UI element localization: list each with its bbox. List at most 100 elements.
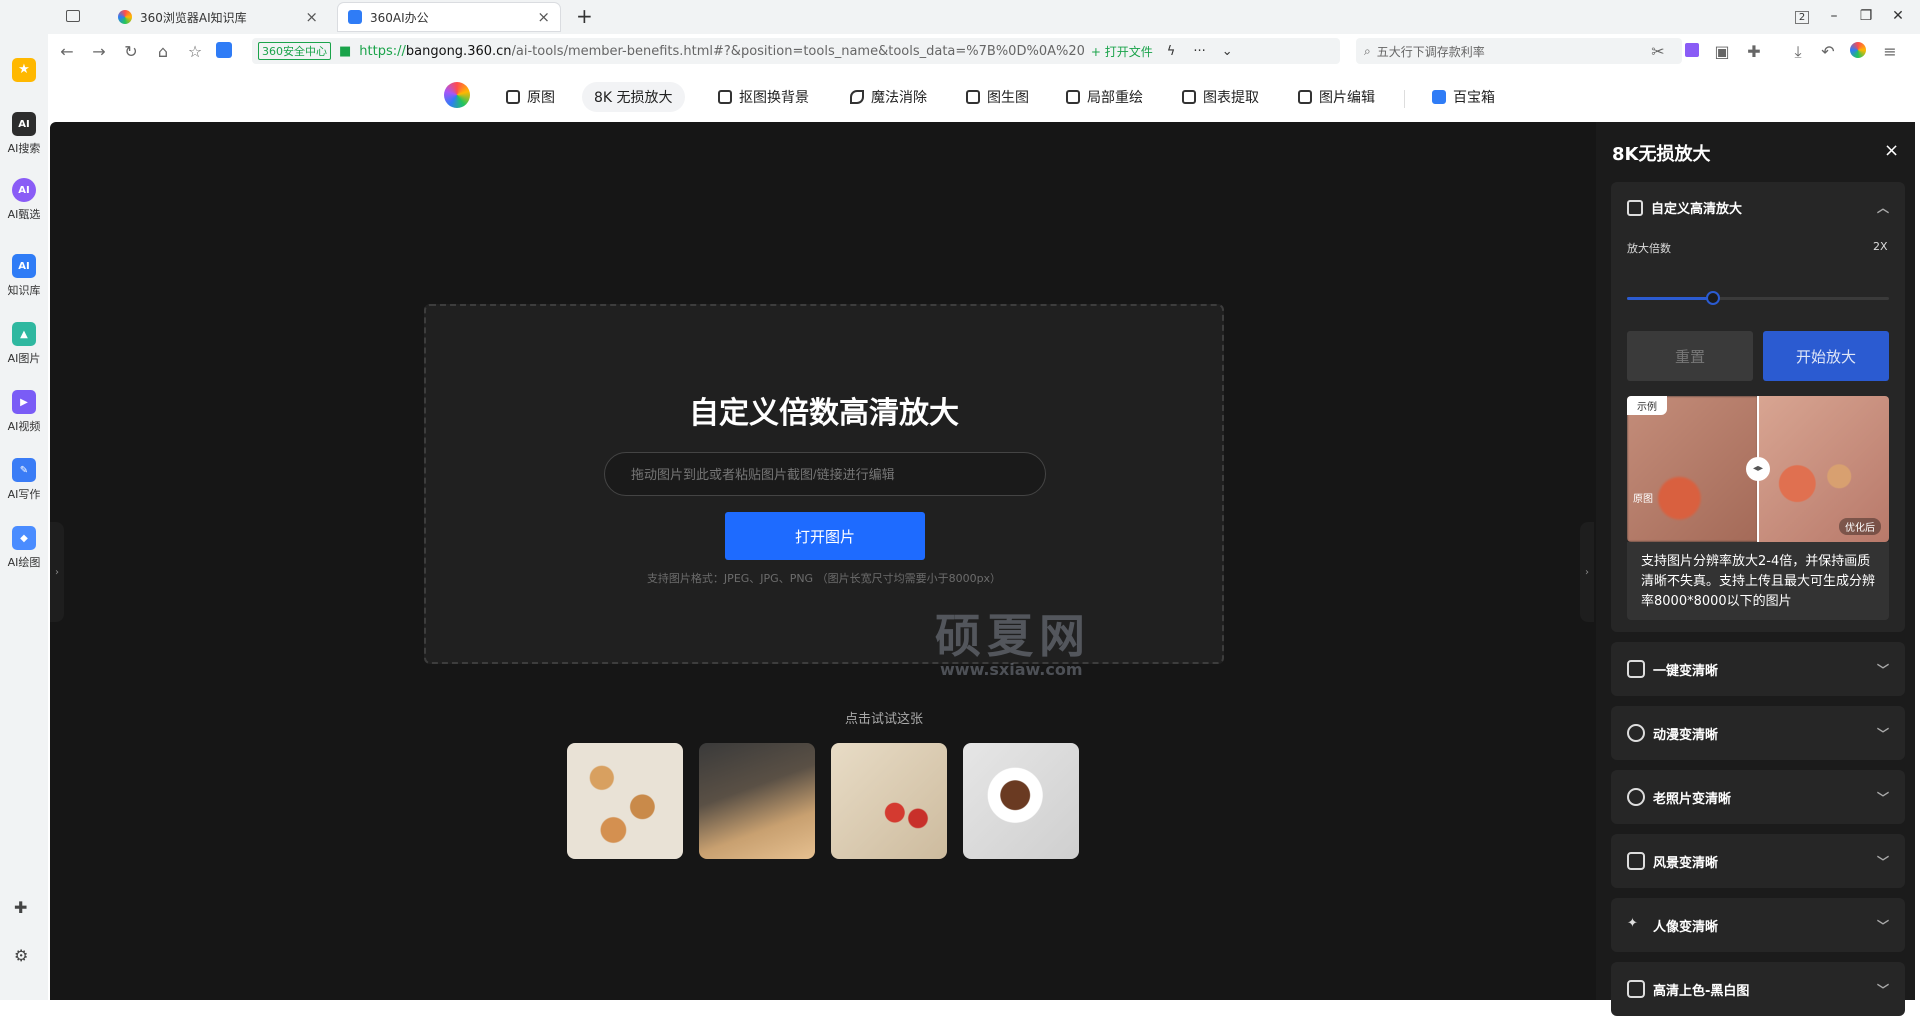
menu-icon[interactable]: ≡ <box>1880 42 1900 61</box>
home-icon[interactable]: ⌂ <box>153 42 173 61</box>
back-icon[interactable]: ← <box>57 42 77 61</box>
colorize-icon <box>1627 980 1645 998</box>
window-close-icon[interactable]: ✕ <box>1886 8 1910 24</box>
tab-strip: 360浏览器AI知识库 × 360AI办公 × + 2 – ❐ ✕ <box>0 0 1920 34</box>
cutout-icon <box>718 90 732 104</box>
panel-title: 8K无损放大 <box>1612 144 1711 165</box>
sample-image-croissants[interactable] <box>567 743 683 859</box>
compare-handle-icon[interactable]: ◂▸ <box>1746 457 1770 481</box>
close-icon[interactable]: × <box>1884 140 1899 161</box>
forward-icon[interactable]: → <box>89 42 109 61</box>
url-host: bangong.360.cn <box>405 43 512 59</box>
extensions-icon[interactable]: ✚ <box>1744 42 1764 61</box>
open-image-button[interactable]: 打开图片 <box>725 512 925 560</box>
account-icon[interactable] <box>1848 42 1868 62</box>
sidebar-item-knowledge[interactable]: AI 知识库 <box>0 254 48 298</box>
custom-upscale-header[interactable]: 自定义高清放大 ︿ <box>1627 198 1889 217</box>
start-upscale-button[interactable]: 开始放大 <box>1763 331 1889 381</box>
section-landscape-clear[interactable]: 风景变清晰 ﹀ <box>1611 834 1905 888</box>
close-icon[interactable]: × <box>537 8 550 26</box>
left-sidebar: ★ AI AI搜索 AI AI甄选 AI 知识库 ▲ AI图片 ▶ AI视频 ✎… <box>0 0 48 1000</box>
search-input[interactable]: ⌕ 五大行下调存款利率 <box>1356 38 1682 64</box>
after-tag: 优化后 <box>1839 518 1881 535</box>
minimize-icon[interactable]: – <box>1822 8 1846 24</box>
sidebar-item-ai-writing[interactable]: ✎ AI写作 <box>0 458 48 502</box>
tool-tabs: 原图 8K 无损放大 抠图换背景 魔法消除 图生图 局部重绘 图表提取 图片编辑… <box>48 76 1920 124</box>
tab-image-to-image[interactable]: 图生图 <box>954 82 1041 112</box>
sample-image-strawberries[interactable] <box>831 743 947 859</box>
sample-image-people[interactable] <box>699 743 815 859</box>
puzzle-icon[interactable]: ✚ <box>14 898 27 917</box>
sidebar-item-ai-video[interactable]: ▶ AI视频 <box>0 390 48 434</box>
url-bar[interactable]: 360安全中心 ■ https:// bangong.360.cn /ai-to… <box>252 38 1340 64</box>
favorites-star-icon[interactable]: ★ <box>12 58 36 82</box>
tab-favicon-icon <box>118 10 132 24</box>
reader-icon[interactable]: ▣ <box>1712 42 1732 61</box>
undo-icon[interactable]: ↶ <box>1818 42 1838 61</box>
open-file-button[interactable]: + 打开文件 <box>1091 43 1153 60</box>
tab-magic-erase[interactable]: 魔法消除 <box>838 82 939 112</box>
tab-360ai-office[interactable]: 360AI办公 × <box>338 3 560 31</box>
translate-icon[interactable] <box>1682 42 1702 61</box>
tab-toolbox[interactable]: 百宝箱 <box>1420 82 1507 112</box>
security-badge[interactable]: 360安全中心 <box>258 42 331 60</box>
chevron-down-icon: ﹀ <box>1876 790 1889 805</box>
ai-assistant-icon[interactable] <box>214 42 234 62</box>
tab-count-badge[interactable]: 2 <box>1790 8 1814 24</box>
tab-8k-upscale[interactable]: 8K 无损放大 <box>582 82 685 112</box>
before-tag: 原图 <box>1633 494 1653 505</box>
reload-icon[interactable]: ↻ <box>121 42 141 61</box>
scale-slider[interactable] <box>1627 291 1889 305</box>
section-portrait-clear[interactable]: ✦ 人像变清晰 ﹀ <box>1611 898 1905 952</box>
scissors-icon[interactable]: ✂ <box>1648 42 1668 61</box>
right-collapse-handle[interactable]: › <box>1580 522 1594 622</box>
try-samples-label: 点击试试这张 <box>844 712 923 727</box>
lock-icon: ■ <box>339 43 352 59</box>
slider-knob[interactable] <box>1706 291 1721 305</box>
sample-image-chocolate[interactable] <box>963 743 1079 859</box>
scale-label: 放大倍数 <box>1627 242 1671 255</box>
upload-dropzone[interactable]: 自定义倍数高清放大 打开图片 支持图片格式：JPEG、JPG、PNG （图片长宽… <box>424 304 1224 664</box>
section-colorize-bw[interactable]: 高清上色-黑白图 ﹀ <box>1611 962 1905 1016</box>
reset-button[interactable]: 重置 <box>1627 331 1753 381</box>
section-anime-clear[interactable]: 动漫变清晰 ﹀ <box>1611 706 1905 760</box>
sidebar-item-ai-image[interactable]: ▲ AI图片 <box>0 322 48 366</box>
chevron-down-icon: ﹀ <box>1876 918 1889 933</box>
chevron-down-icon[interactable]: ⌄ <box>1222 44 1233 59</box>
example-compare-image[interactable]: ◂▸ 示例 原图 优化后 <box>1627 396 1889 542</box>
tab-title: 360浏览器AI知识库 <box>140 10 247 25</box>
lightning-icon[interactable]: ϟ <box>1167 44 1176 59</box>
tab-cutout[interactable]: 抠图换背景 <box>706 82 821 112</box>
watermark-url: www.sxiaw.com <box>940 660 1083 679</box>
sidebar-item-ai-drawing[interactable]: ◆ AI绘图 <box>0 526 48 570</box>
ai-search-icon: AI <box>12 112 36 136</box>
settings-icon[interactable]: ⚙ <box>14 946 28 965</box>
grid-icon <box>1432 90 1446 104</box>
format-hint: 支持图片格式：JPEG、JPG、PNG （图片长宽尺寸均需要小于8000px） <box>646 572 1002 585</box>
section-one-click-clear[interactable]: 一键变清晰 ﹀ <box>1611 642 1905 696</box>
sidebar-item-ai-search[interactable]: AI AI搜索 <box>0 112 48 156</box>
tab-image-edit[interactable]: 图片编辑 <box>1286 82 1387 112</box>
close-icon[interactable]: × <box>305 8 318 26</box>
tab-ai-knowledge[interactable]: 360浏览器AI知识库 × <box>108 3 328 31</box>
more-icon[interactable]: ··· <box>1193 44 1205 59</box>
tab-original[interactable]: 原图 <box>494 82 567 112</box>
new-tab-button[interactable]: + <box>576 4 593 28</box>
bookmark-star-icon[interactable]: ☆ <box>185 42 205 61</box>
chevron-down-icon: ﹀ <box>1876 982 1889 997</box>
download-icon[interactable]: ⤓ <box>1788 42 1808 62</box>
paste-link-input[interactable] <box>604 452 1046 496</box>
ai-drawing-icon: ◆ <box>12 526 36 550</box>
tab-chart-extract[interactable]: 图表提取 <box>1170 82 1271 112</box>
left-collapse-handle[interactable]: › <box>50 522 64 622</box>
restore-icon[interactable]: ❐ <box>1854 8 1878 24</box>
360ai-logo-icon[interactable] <box>444 82 470 108</box>
tab-inpaint[interactable]: 局部重绘 <box>1054 82 1155 112</box>
landscape-icon <box>1627 852 1645 870</box>
slider-fill <box>1627 297 1714 300</box>
section-old-photo-clear[interactable]: 老照片变清晰 ﹀ <box>1611 770 1905 824</box>
example-tag: 示例 <box>1627 396 1667 415</box>
sidebar-toggle-icon[interactable] <box>66 10 80 22</box>
sidebar-item-ai-select[interactable]: AI AI甄选 <box>0 178 48 222</box>
custom-upscale-card: 自定义高清放大 ︿ 放大倍数 2X 重置 开始放大 ◂▸ 示例 原图 优化后 支… <box>1611 182 1905 632</box>
